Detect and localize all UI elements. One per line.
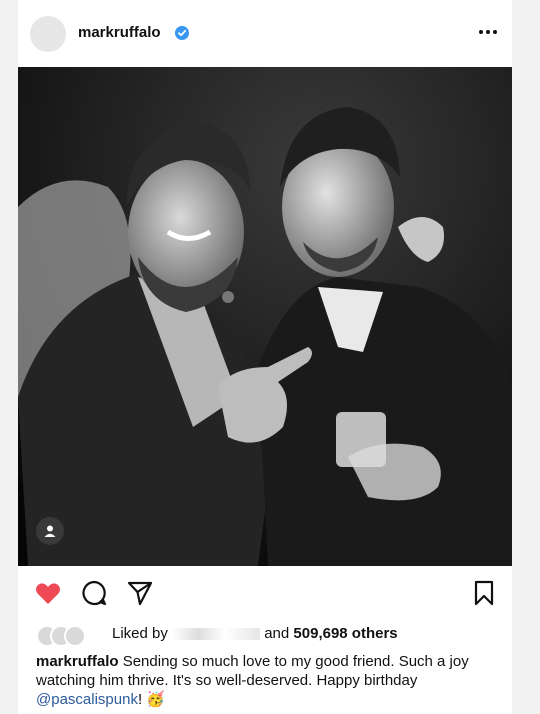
likes-row[interactable]: Liked by and 509,698 others	[36, 623, 506, 647]
verified-badge-icon	[175, 26, 189, 40]
avatar[interactable]	[30, 16, 66, 52]
post-image[interactable]	[18, 67, 512, 566]
redacted-username	[172, 628, 261, 641]
comment-icon[interactable]	[80, 579, 108, 607]
caption-username[interactable]: markruffalo	[36, 653, 119, 670]
caption-end: ! 🥳	[137, 691, 165, 708]
bookmark-icon[interactable]	[470, 579, 498, 607]
heart-filled-icon[interactable]	[34, 579, 62, 607]
photo-illustration	[18, 67, 512, 566]
post-header: markruffalo	[18, 14, 512, 54]
post-username[interactable]: markruffalo	[78, 24, 161, 41]
post-card: markruffalo Liked by and 509,698 others …	[18, 0, 512, 714]
post-actions	[18, 575, 512, 611]
more-options-icon[interactable]	[476, 20, 500, 44]
user-tag-icon[interactable]	[36, 517, 64, 545]
avatar	[64, 625, 86, 647]
caption-mention[interactable]: @pascalispunk	[36, 691, 138, 708]
likes-count[interactable]: 509,698 others	[293, 625, 397, 642]
likes-suffix: and	[264, 625, 290, 642]
liker-avatars	[36, 625, 92, 647]
send-icon[interactable]	[126, 579, 154, 607]
likes-prefix: Liked by	[112, 625, 168, 642]
post-caption: markruffalo Sending so much love to my g…	[36, 652, 516, 709]
likes-text: Liked by and 509,698 others	[112, 625, 398, 642]
